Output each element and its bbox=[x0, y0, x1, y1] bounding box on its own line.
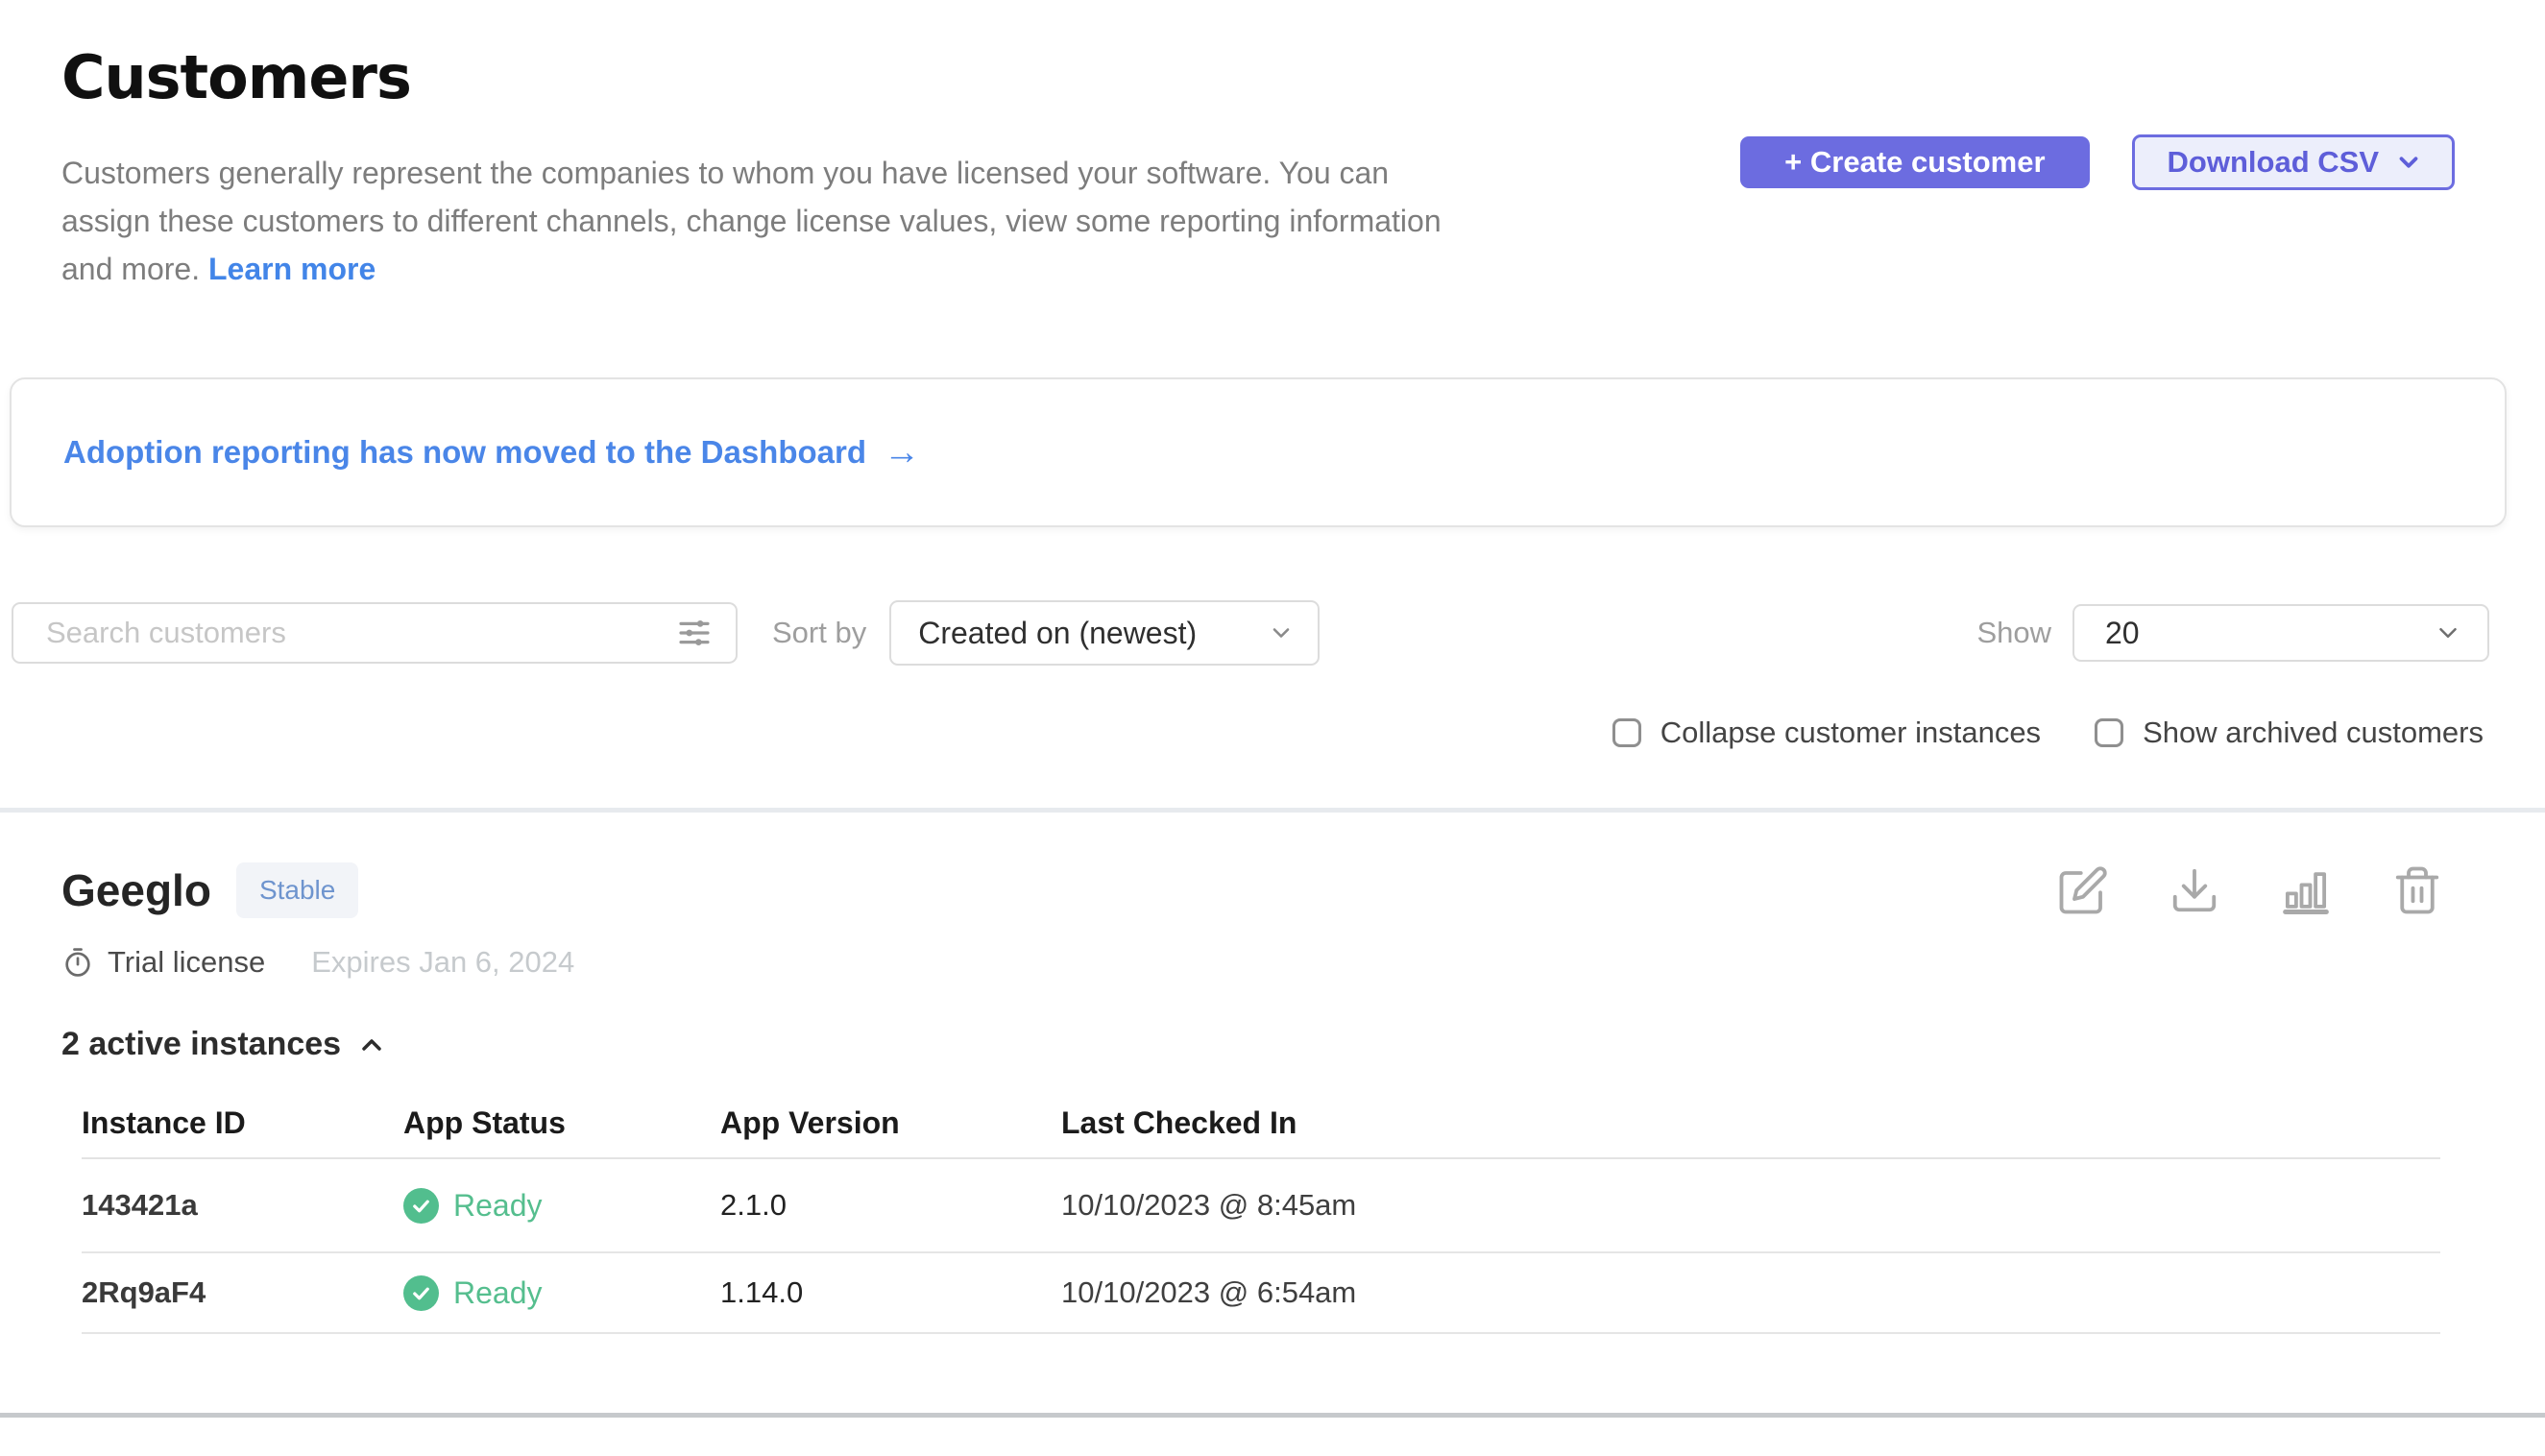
customer-card: Geeglo Stable bbox=[61, 813, 2484, 1334]
show-archived-checkbox-item[interactable]: Show archived customers bbox=[2095, 716, 2484, 750]
chevron-down-icon bbox=[2434, 619, 2462, 647]
show-select-value: 20 bbox=[2105, 616, 2140, 651]
arrow-right-icon: → bbox=[884, 434, 920, 471]
checkbox-unchecked[interactable] bbox=[1612, 718, 1641, 747]
table-row: 143421a Ready 2.1.0 10/10/2023 @ 8:45am bbox=[82, 1159, 2440, 1253]
instances-table: Instance ID App Status App Version Last … bbox=[82, 1088, 2440, 1334]
chevron-down-icon bbox=[2394, 148, 2423, 177]
search-box bbox=[12, 602, 738, 664]
customer-name[interactable]: Geeglo bbox=[61, 864, 211, 916]
app-version: 2.1.0 bbox=[720, 1188, 1061, 1223]
learn-more-link[interactable]: Learn more bbox=[208, 252, 376, 286]
description-line: and more. bbox=[61, 252, 200, 286]
column-header-app-version: App Version bbox=[720, 1105, 1061, 1141]
customer-actions bbox=[2057, 864, 2443, 916]
channel-badge: Stable bbox=[236, 862, 358, 918]
show-label: Show bbox=[1976, 616, 2051, 650]
sort-by-label: Sort by bbox=[772, 616, 866, 650]
instances-summary: 2 active instances bbox=[61, 1026, 341, 1063]
instance-id: 143421a bbox=[82, 1188, 403, 1223]
customers-page: Customers Customers generally represent … bbox=[0, 0, 2545, 1456]
license-row: Trial license Expires Jan 6, 2024 bbox=[61, 945, 2484, 980]
app-version: 1.14.0 bbox=[720, 1275, 1061, 1310]
column-header-instance-id: Instance ID bbox=[82, 1105, 403, 1141]
checkbox-label: Collapse customer instances bbox=[1660, 716, 2041, 750]
app-status: Ready bbox=[403, 1275, 720, 1311]
banner-link[interactable]: Adoption reporting has now moved to the … bbox=[63, 434, 920, 471]
collapse-instances-checkbox-item[interactable]: Collapse customer instances bbox=[1612, 716, 2041, 750]
description-line: assign these customers to different chan… bbox=[61, 197, 1733, 245]
sort-select[interactable]: Created on (newest) bbox=[889, 600, 1320, 666]
toolbar: Sort by Created on (newest) Show 20 bbox=[12, 600, 2484, 666]
download-icon[interactable] bbox=[2169, 864, 2220, 916]
filter-sliders-icon[interactable] bbox=[674, 613, 715, 653]
table-row: 2Rq9aF4 Ready 1.14.0 10/10/2023 @ 6:54am bbox=[82, 1253, 2440, 1334]
license-type: Trial license bbox=[61, 945, 265, 980]
create-customer-button[interactable]: + Create customer bbox=[1740, 136, 2089, 188]
chevron-down-icon bbox=[1268, 619, 1295, 646]
show-select[interactable]: 20 bbox=[2072, 604, 2489, 662]
customer-header: Geeglo Stable bbox=[61, 862, 2484, 918]
sort-select-value: Created on (newest) bbox=[918, 616, 1197, 651]
download-csv-button[interactable]: Download CSV bbox=[2132, 134, 2455, 190]
customer-separator bbox=[0, 1413, 2545, 1418]
filter-checkbox-row: Collapse customer instances Show archive… bbox=[61, 716, 2484, 750]
checkbox-unchecked[interactable] bbox=[2095, 718, 2123, 747]
page-title: Customers bbox=[61, 42, 2484, 112]
bar-chart-icon[interactable] bbox=[2280, 864, 2332, 916]
search-input[interactable] bbox=[46, 616, 674, 650]
header-actions: + Create customer Download CSV bbox=[1740, 134, 2455, 190]
last-checked-in: 10/10/2023 @ 8:45am bbox=[1061, 1188, 2440, 1223]
app-status-label: Ready bbox=[453, 1275, 543, 1311]
license-expiry: Expires Jan 6, 2024 bbox=[311, 945, 574, 980]
checkbox-label: Show archived customers bbox=[2143, 716, 2484, 750]
check-circle-icon bbox=[403, 1188, 439, 1224]
app-status-label: Ready bbox=[453, 1188, 543, 1224]
banner-text: Adoption reporting has now moved to the … bbox=[63, 434, 866, 471]
description-line: Customers generally represent the compan… bbox=[61, 149, 1733, 197]
column-header-app-status: App Status bbox=[403, 1105, 720, 1141]
column-header-last-checked-in: Last Checked In bbox=[1061, 1105, 2440, 1141]
edit-icon[interactable] bbox=[2057, 864, 2109, 916]
instances-toggle[interactable]: 2 active instances bbox=[61, 1026, 387, 1063]
table-header-row: Instance ID App Status App Version Last … bbox=[82, 1088, 2440, 1159]
page-description: Customers generally represent the compan… bbox=[61, 149, 1733, 293]
app-status: Ready bbox=[403, 1188, 720, 1224]
check-circle-icon bbox=[403, 1275, 439, 1311]
trash-icon[interactable] bbox=[2391, 864, 2443, 916]
instance-id: 2Rq9aF4 bbox=[82, 1275, 403, 1310]
license-type-label: Trial license bbox=[108, 945, 265, 980]
download-csv-label: Download CSV bbox=[2168, 145, 2379, 180]
last-checked-in: 10/10/2023 @ 6:54am bbox=[1061, 1275, 2440, 1310]
chevron-up-icon bbox=[356, 1030, 387, 1060]
trial-clock-icon bbox=[61, 946, 94, 979]
adoption-reporting-banner[interactable]: Adoption reporting has now moved to the … bbox=[10, 377, 2507, 527]
